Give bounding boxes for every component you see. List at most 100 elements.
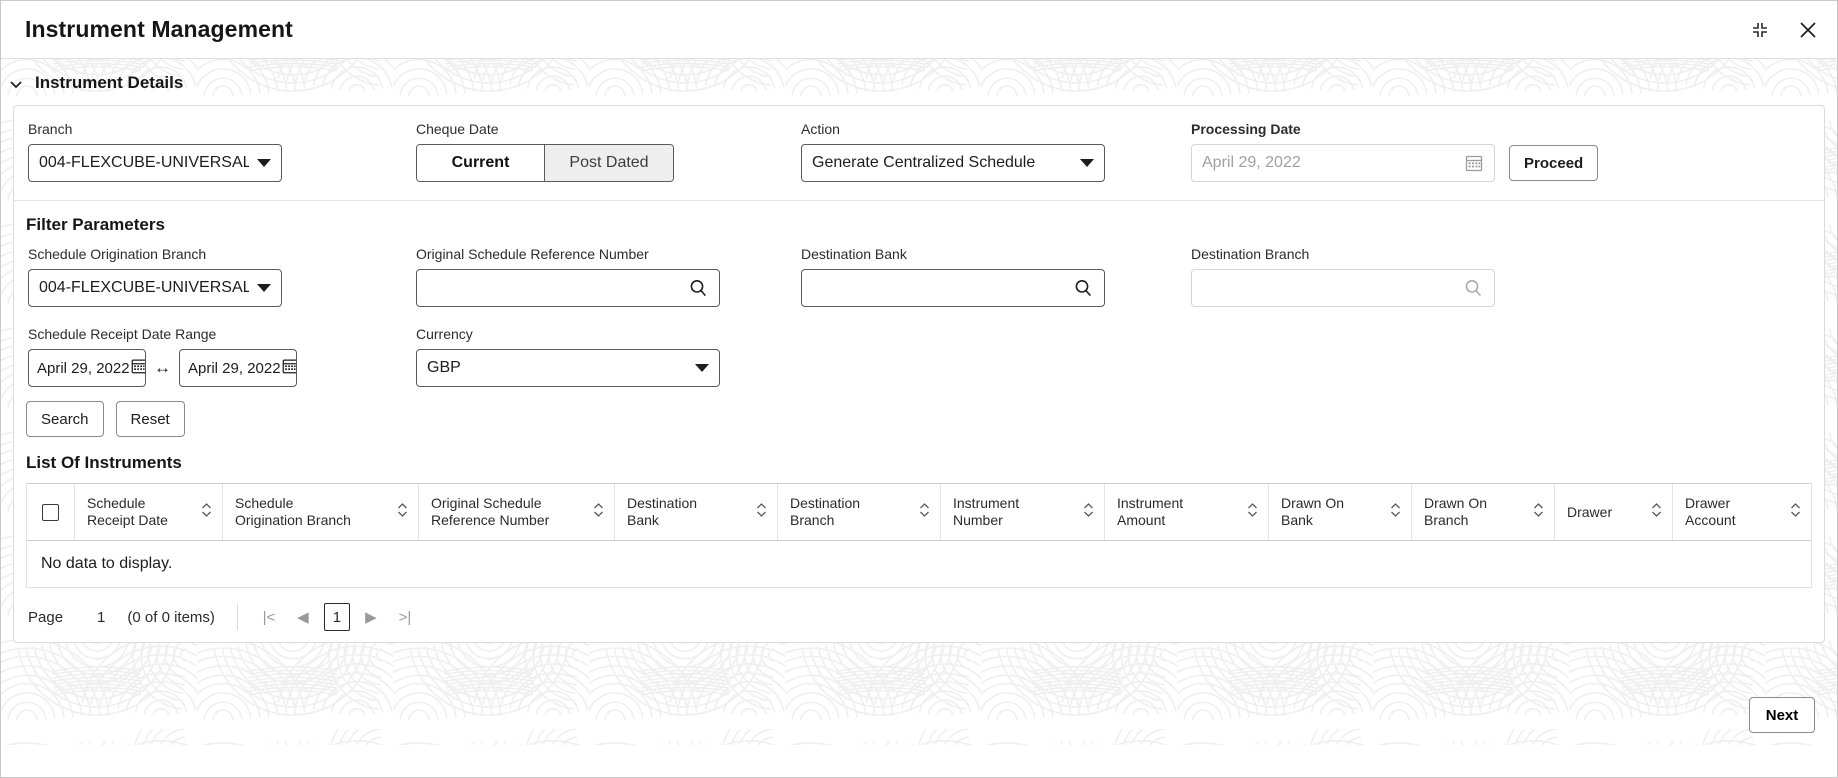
instrument-details-panel: Branch 004-FLEXCUBE-UNIVERSAL-B Cheque D… <box>13 105 1825 643</box>
schedule-receipt-date-from-input[interactable]: April 29, 2022 <box>28 349 146 387</box>
schedule-origination-branch-value: 004-FLEXCUBE-UNIVERSAL-B <box>39 279 249 297</box>
pagination-items-count: (0 of 0 items) <box>127 609 215 626</box>
column-header-drawn-on-bank[interactable]: Drawn On Bank <box>1269 484 1412 540</box>
filter-row-2: Schedule Receipt Date Range April 29, 20… <box>14 313 1824 393</box>
sort-icon <box>1651 501 1662 523</box>
chevron-down-icon <box>1080 159 1094 167</box>
window-title-bar: Instrument Management <box>1 1 1837 59</box>
sort-icon <box>593 501 604 523</box>
sort-icon <box>756 501 767 523</box>
calendar-icon <box>1464 153 1484 173</box>
cheque-date-option-post-dated[interactable]: Post Dated <box>545 145 673 181</box>
branch-select[interactable]: 004-FLEXCUBE-UNIVERSAL-B <box>28 144 282 182</box>
bottom-strip <box>1 745 1837 777</box>
instrument-details-section-toggle[interactable]: Instrument Details <box>1 59 1837 105</box>
branch-field: Branch 004-FLEXCUBE-UNIVERSAL-B <box>14 120 402 182</box>
close-icon[interactable] <box>1795 17 1821 43</box>
date-range-separator-icon: ↔ <box>154 358 171 378</box>
instrument-details-form-row: Branch 004-FLEXCUBE-UNIVERSAL-B Cheque D… <box>14 106 1824 200</box>
destination-bank-input[interactable] <box>801 269 1105 307</box>
action-field: Action Generate Centralized Schedule <box>787 120 1177 182</box>
destination-branch-input[interactable] <box>1191 269 1495 307</box>
pagination-current-page[interactable]: 1 <box>324 603 350 631</box>
collapse-icon[interactable] <box>1747 17 1773 43</box>
column-label: Drawer <box>1567 504 1612 521</box>
processing-date-input[interactable]: April 29, 2022 <box>1191 144 1495 182</box>
original-schedule-reference-number-input[interactable] <box>416 269 720 307</box>
filter-parameters-title: Filter Parameters <box>14 207 1824 245</box>
column-header-destination-bank[interactable]: Destination Bank <box>615 484 778 540</box>
column-label: Schedule Receipt Date <box>87 495 168 529</box>
column-header-drawer-account[interactable]: Drawer Account <box>1673 484 1811 540</box>
cheque-date-option-current[interactable]: Current <box>417 145 545 181</box>
next-button[interactable]: Next <box>1749 697 1815 733</box>
pagination-first-button[interactable]: |< <box>252 602 286 632</box>
destination-bank-label: Destination Bank <box>801 245 1177 263</box>
column-label: Instrument Amount <box>1117 495 1183 529</box>
column-label: Drawn On Bank <box>1281 495 1344 529</box>
search-icon[interactable] <box>687 277 709 299</box>
select-all-checkbox[interactable] <box>42 504 59 521</box>
pagination-next-button[interactable]: ▶ <box>354 602 388 632</box>
filter-parameters-section: Filter Parameters Schedule Origination B… <box>14 201 1824 642</box>
reset-button[interactable]: Reset <box>116 401 185 437</box>
column-header-schedule-receipt-date[interactable]: Schedule Receipt Date <box>75 484 223 540</box>
column-label: Drawer Account <box>1685 495 1736 529</box>
column-label: Drawn On Branch <box>1424 495 1487 529</box>
sort-icon <box>919 501 930 523</box>
proceed-button[interactable]: Proceed <box>1509 145 1598 181</box>
column-label: Original Schedule Reference Number <box>431 495 549 529</box>
destination-branch-label: Destination Branch <box>1191 245 1495 263</box>
branch-label: Branch <box>28 120 402 138</box>
destination-bank-field: Destination Bank <box>787 245 1177 307</box>
chevron-down-icon <box>9 76 23 90</box>
sort-icon <box>1533 501 1544 523</box>
currency-value: GBP <box>427 359 687 377</box>
processing-date-field: Processing Date April 29, 2022 <box>1177 120 1598 182</box>
pagination-prev-button[interactable]: ◀ <box>286 602 320 632</box>
calendar-icon[interactable] <box>130 357 146 379</box>
schedule-origination-branch-select[interactable]: 004-FLEXCUBE-UNIVERSAL-B <box>28 269 282 307</box>
column-header-original-schedule-reference-number[interactable]: Original Schedule Reference Number <box>419 484 615 540</box>
schedule-receipt-date-range-field: Schedule Receipt Date Range April 29, 20… <box>14 325 402 387</box>
schedule-receipt-date-to-value: April 29, 2022 <box>188 360 281 377</box>
column-header-schedule-origination-branch[interactable]: Schedule Origination Branch <box>223 484 419 540</box>
schedule-receipt-date-range-label: Schedule Receipt Date Range <box>28 325 402 343</box>
sort-icon <box>1083 501 1094 523</box>
schedule-origination-branch-label: Schedule Origination Branch <box>28 245 402 263</box>
filter-action-buttons: Search Reset <box>14 393 1824 443</box>
pagination-page-number: 1 <box>97 609 105 626</box>
table-header-row: Schedule Receipt Date Schedule Originati… <box>27 484 1811 541</box>
page-title: Instrument Management <box>25 16 293 43</box>
currency-field: Currency GBP <box>402 325 787 387</box>
column-header-drawer[interactable]: Drawer <box>1555 484 1673 540</box>
instrument-details-title: Instrument Details <box>35 73 183 93</box>
calendar-icon[interactable] <box>281 357 297 379</box>
chevron-down-icon <box>257 159 271 167</box>
column-label: Destination Bank <box>627 495 697 529</box>
column-label: Schedule Origination Branch <box>235 495 351 529</box>
column-header-destination-branch[interactable]: Destination Branch <box>778 484 941 540</box>
column-label: Instrument Number <box>953 495 1019 529</box>
search-icon[interactable] <box>1072 277 1094 299</box>
instruments-table: Schedule Receipt Date Schedule Originati… <box>26 483 1812 588</box>
search-icon <box>1462 277 1484 299</box>
pagination-last-button[interactable]: >| <box>388 602 422 632</box>
search-button[interactable]: Search <box>26 401 104 437</box>
original-schedule-reference-number-label: Original Schedule Reference Number <box>416 245 787 263</box>
schedule-receipt-date-to-input[interactable]: April 29, 2022 <box>179 349 297 387</box>
column-header-drawn-on-branch[interactable]: Drawn On Branch <box>1412 484 1555 540</box>
column-header-instrument-number[interactable]: Instrument Number <box>941 484 1105 540</box>
column-header-instrument-amount[interactable]: Instrument Amount <box>1105 484 1269 540</box>
schedule-origination-branch-field: Schedule Origination Branch 004-FLEXCUBE… <box>14 245 402 307</box>
currency-select[interactable]: GBP <box>416 349 720 387</box>
cheque-date-toggle-group[interactable]: Current Post Dated <box>416 144 674 182</box>
table-empty-message: No data to display. <box>27 541 1811 587</box>
sort-icon <box>1790 501 1801 523</box>
instrument-management-window: Instrument Management <box>0 0 1838 778</box>
action-select[interactable]: Generate Centralized Schedule <box>801 144 1105 182</box>
pagination-page-label: Page <box>28 609 63 626</box>
window-controls <box>1747 17 1821 43</box>
sort-icon <box>1390 501 1401 523</box>
action-value: Generate Centralized Schedule <box>812 154 1072 172</box>
